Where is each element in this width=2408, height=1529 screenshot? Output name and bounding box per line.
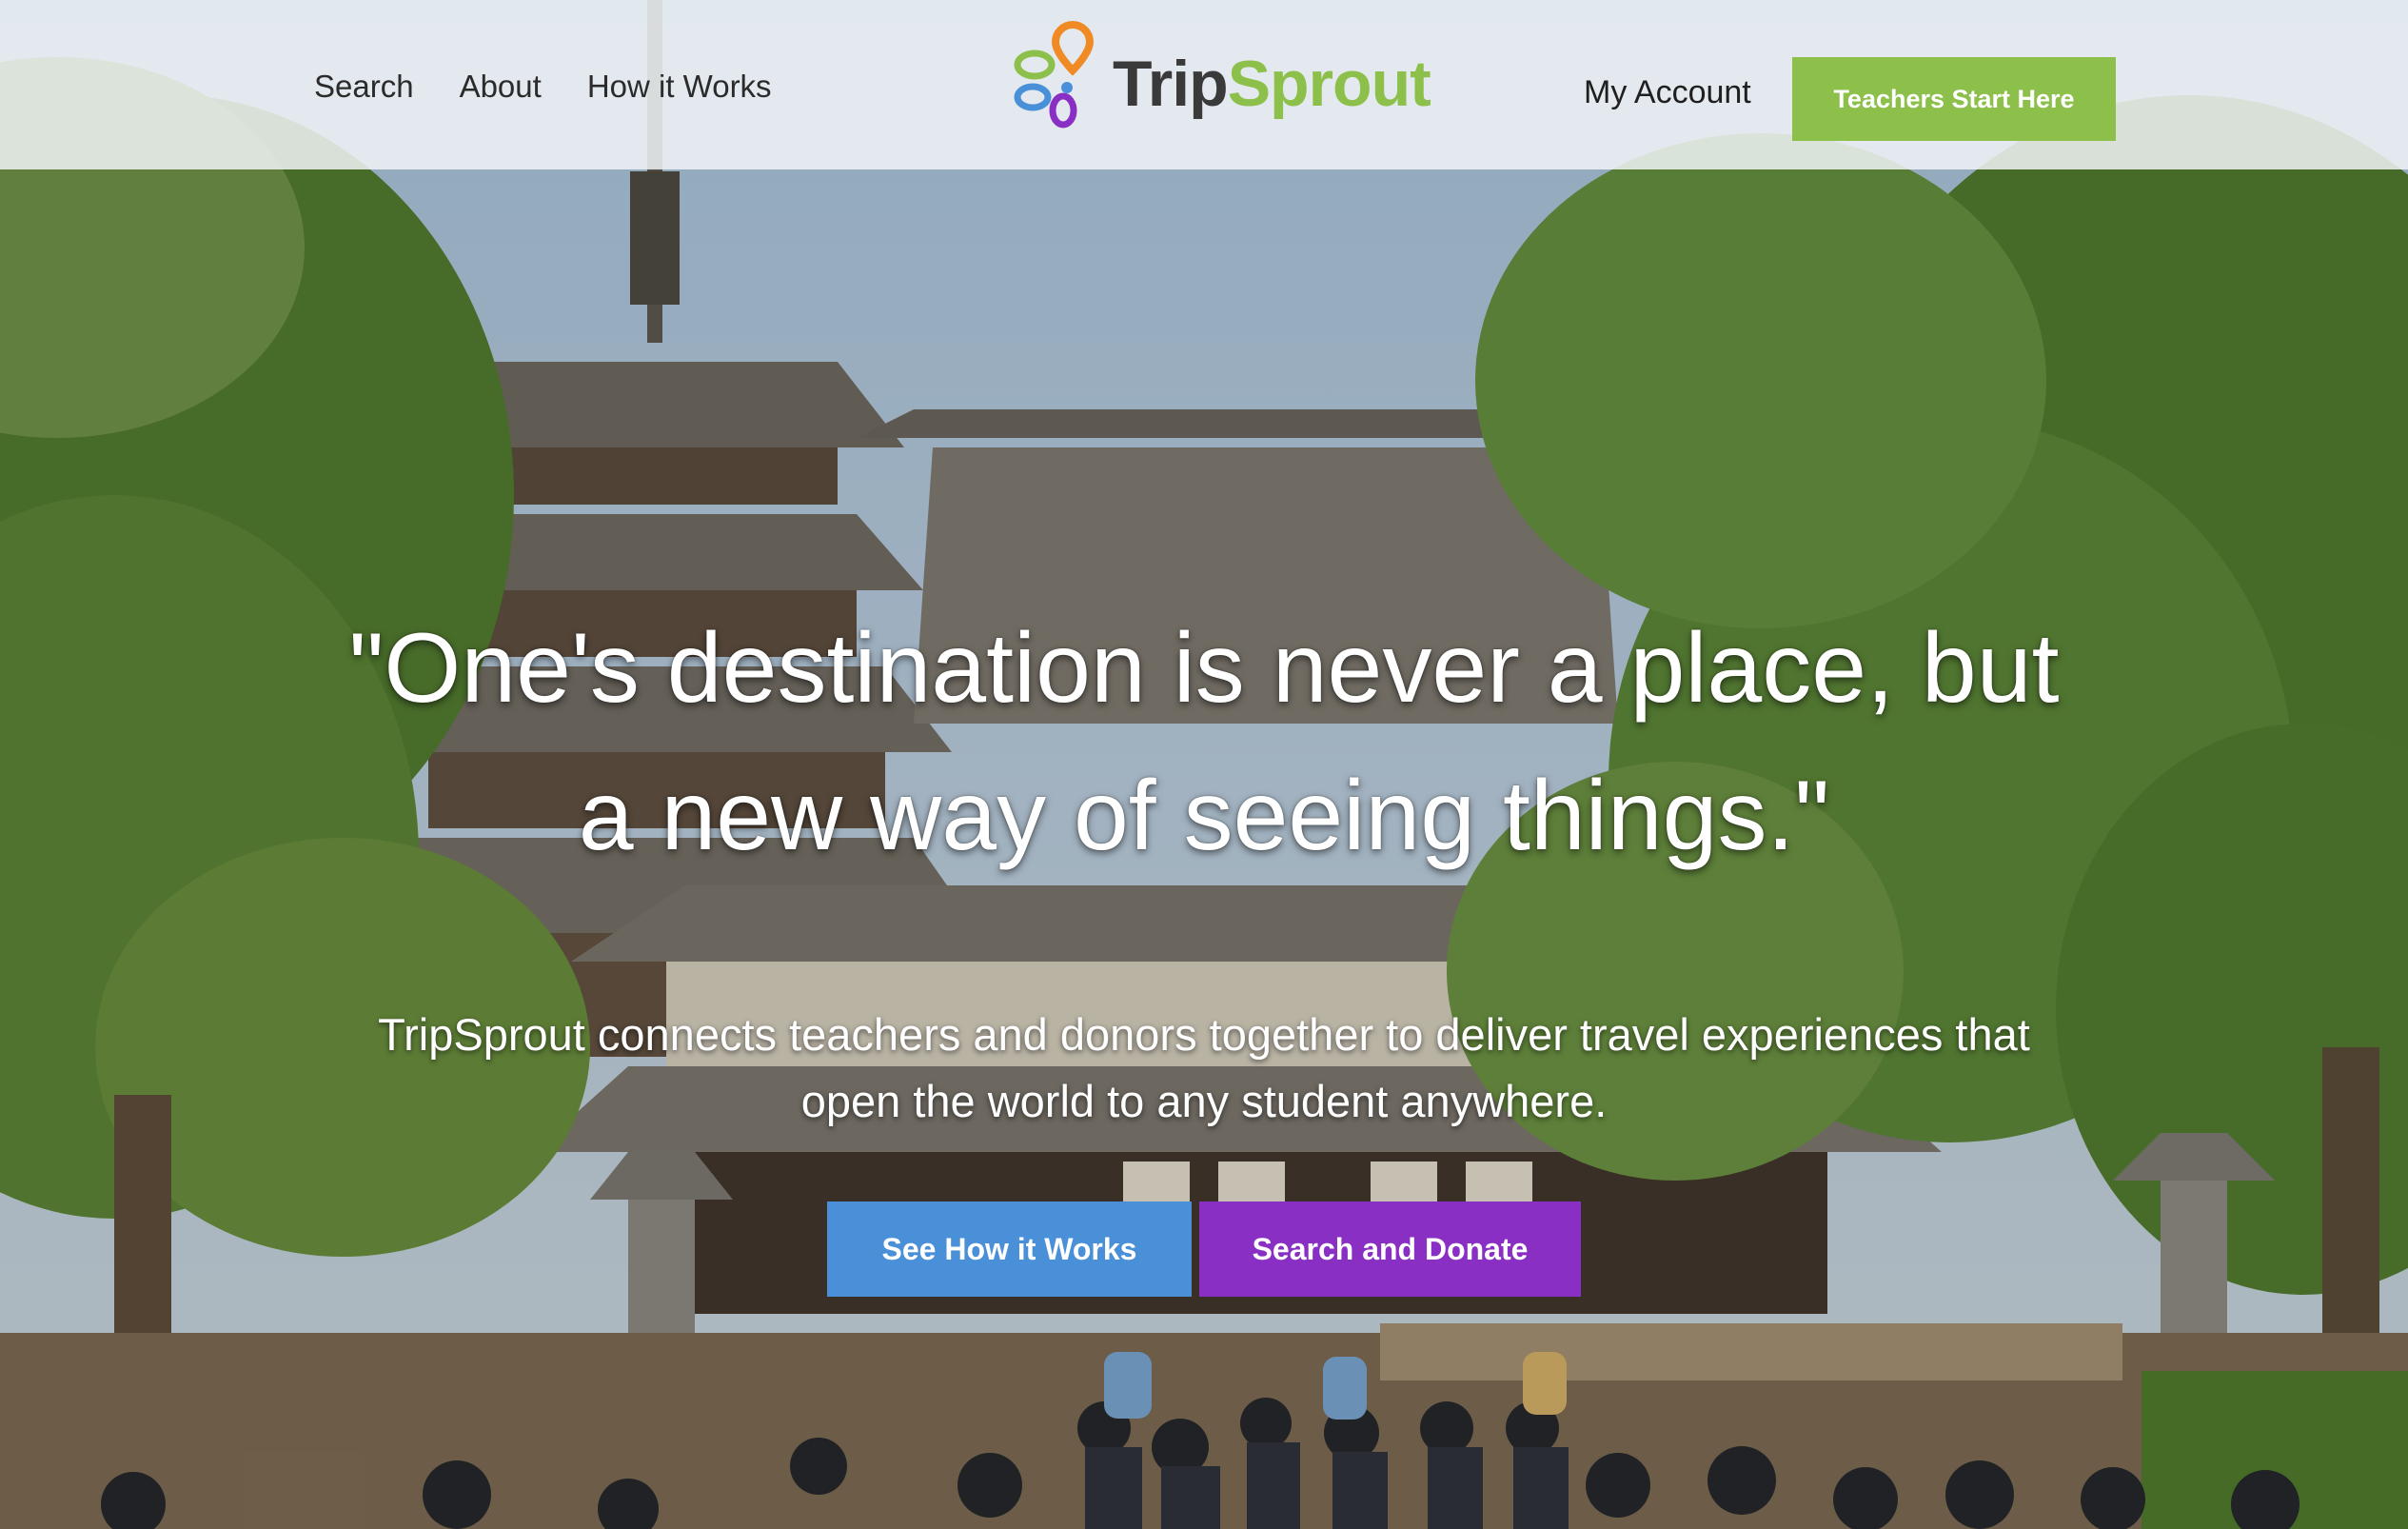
hero-subtitle-line-2: open the world to any student anywhere.: [800, 1076, 1608, 1126]
see-how-it-works-button[interactable]: See How it Works: [827, 1201, 1192, 1297]
nav-about-link[interactable]: About: [460, 69, 542, 105]
teachers-start-here-button[interactable]: Teachers Start Here: [1792, 57, 2116, 141]
hero-cta-group: See How it Works Search and Donate: [827, 1201, 1581, 1297]
hero-quote-line-2: a new way of seeing things.": [578, 761, 1830, 871]
primary-nav: Search About How it Works: [314, 69, 772, 105]
nav-how-it-works-link[interactable]: How it Works: [587, 69, 772, 105]
tripsprout-logo-icon: [1014, 20, 1095, 129]
hero-subtitle-line-1: TripSprout connects teachers and donors …: [378, 1009, 2030, 1060]
logo-word-sprout: Sprout: [1227, 48, 1431, 120]
logo-wordmark: TripSprout: [1113, 47, 1431, 121]
site-header: Search About How it Works TripSprout My …: [0, 0, 2408, 169]
hero-quote: "One's destination is never a place, but…: [252, 595, 2156, 890]
my-account-link[interactable]: My Account: [1584, 74, 1751, 111]
hero-subtitle: TripSprout connects teachers and donors …: [314, 1002, 2094, 1135]
logo-word-trip: Trip: [1113, 48, 1229, 120]
page: Search About How it Works TripSprout My …: [0, 0, 2408, 1529]
nav-search-link[interactable]: Search: [314, 69, 414, 105]
hero-quote-line-1: "One's destination is never a place, but: [348, 613, 2060, 724]
search-and-donate-button[interactable]: Search and Donate: [1199, 1201, 1581, 1297]
tripsprout-logo[interactable]: TripSprout: [1014, 19, 1431, 133]
